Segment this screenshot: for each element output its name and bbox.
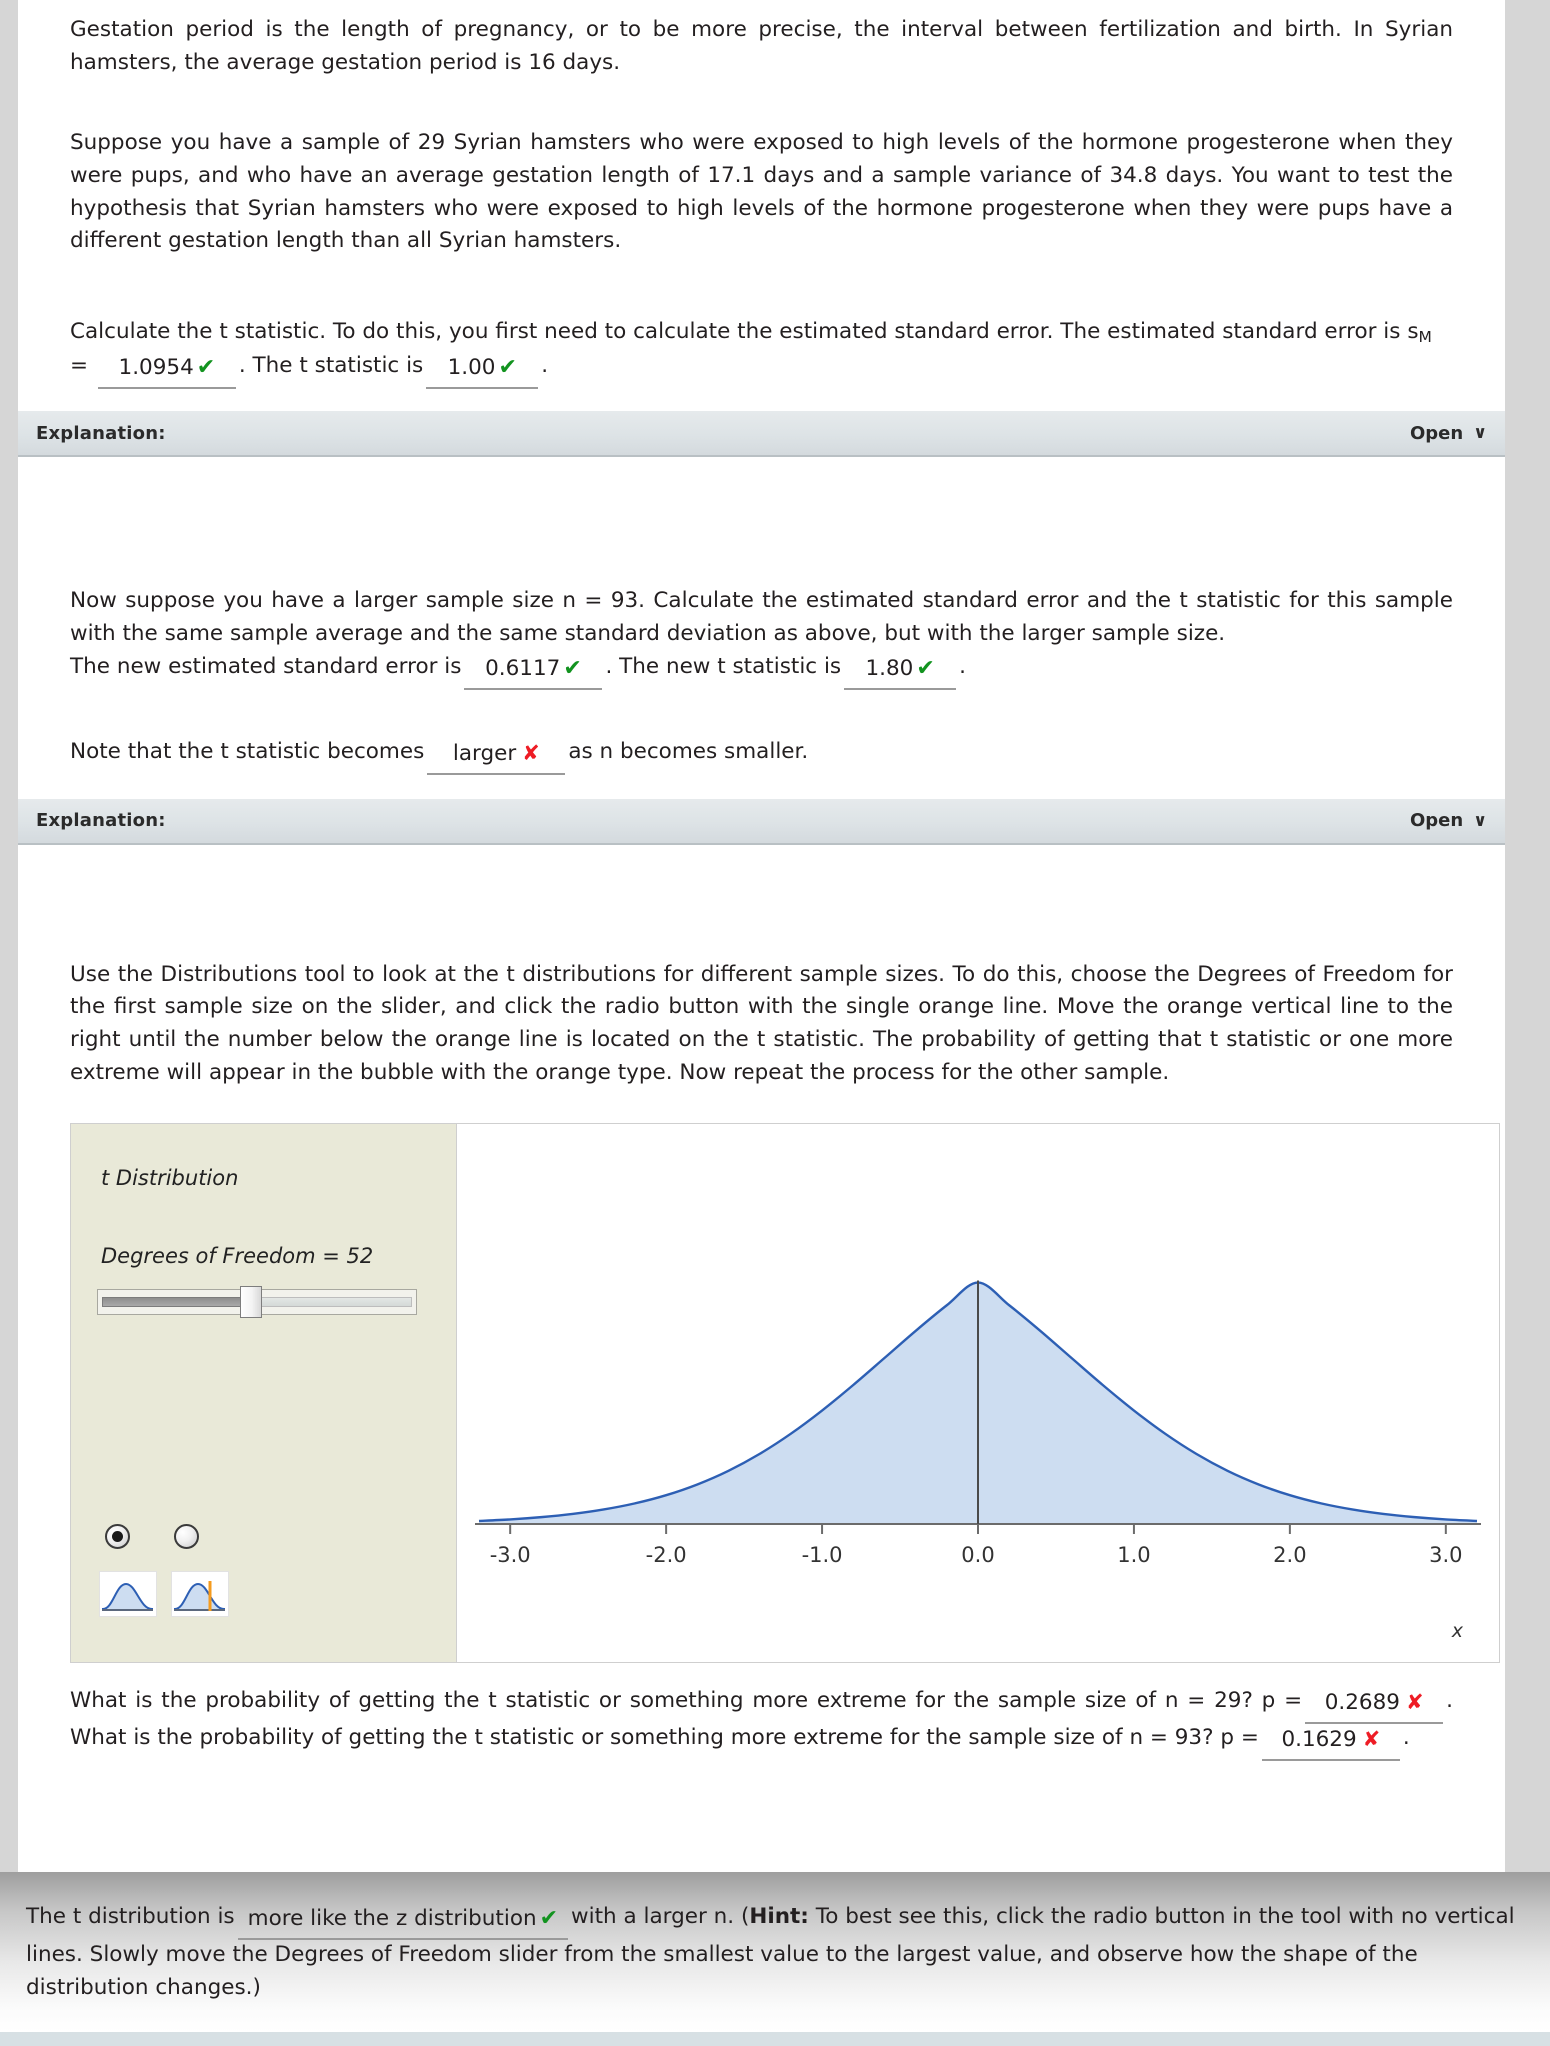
z-distribution-answer-field[interactable]: more like the z distribution ✔ — [237, 1902, 569, 1941]
slider-track-filled — [102, 1297, 252, 1308]
intro-paragraph-1: Gestation period is the length of pregna… — [70, 17, 1453, 75]
note-dropdown-answer-field[interactable]: larger ✘ — [427, 738, 566, 775]
exercise-card: Gestation period is the length of pregna… — [18, 0, 1505, 1872]
cross-icon: ✘ — [1405, 1690, 1424, 1715]
explanation-bar-2[interactable]: Explanation: Open ∨ — [18, 798, 1505, 845]
intro-paragraph-2: Suppose you have a sample of 29 Syrian h… — [70, 130, 1453, 254]
curve-orange-svg — [174, 1581, 225, 1612]
question-2-paragraph: Now suppose you have a larger sample siz… — [70, 588, 1453, 646]
explanation-label: Explanation: — [36, 810, 166, 832]
radio-preview-icons — [99, 1571, 229, 1618]
new-standard-error-answer-field[interactable]: 0.6117 ✔ — [464, 652, 603, 691]
bottom-mid-text: with a larger n. ( — [571, 1904, 750, 1929]
page-left-margin — [0, 0, 18, 1872]
degrees-of-freedom-slider[interactable] — [97, 1286, 417, 1319]
chevron-down-icon: ∨ — [1473, 423, 1487, 444]
q1-mid-text: . The t statistic is — [238, 353, 424, 379]
question-2-answer-line: The new estimated standard error is 0.611… — [70, 650, 1453, 691]
t-statistic-answer-field[interactable]: 1.00 ✔ — [426, 351, 539, 390]
standard-error-answer-field[interactable]: 1.0954 ✔ — [97, 351, 236, 390]
open-label: Open — [1409, 422, 1464, 444]
q1-lead-text: Calculate the t statistic. To do this, y… — [70, 319, 1419, 345]
probability-n29-answer-field[interactable]: 0.2689 ✘ — [1305, 1687, 1444, 1725]
degrees-of-freedom-label: Degrees of Freedom = 52 — [101, 1244, 374, 1269]
check-icon: ✔ — [916, 656, 935, 682]
q2-end-text: . — [959, 654, 966, 680]
curve-plain-icon — [99, 1571, 157, 1618]
svg-text:1.0: 1.0 — [1117, 1543, 1150, 1567]
new-t-statistic-answer-field[interactable]: 1.80 ✔ — [844, 652, 957, 691]
curve-plain-svg — [102, 1583, 153, 1612]
probability-n93-value: 0.1629 — [1281, 1727, 1357, 1753]
tool-title: t Distribution — [101, 1166, 239, 1191]
check-icon: ✔ — [563, 656, 582, 682]
question-3-text: What is the probability of getting the t… — [70, 1685, 1453, 1761]
cross-icon: ✘ — [522, 741, 540, 766]
radio-no-vertical-line[interactable] — [105, 1524, 130, 1550]
check-icon: ✔ — [196, 355, 216, 381]
svg-text:-2.0: -2.0 — [646, 1543, 687, 1567]
card-content: Gestation period is the length of pregna… — [18, 0, 1505, 411]
curve-with-orange-line-icon — [171, 1571, 229, 1618]
check-icon: ✔ — [539, 1906, 559, 1931]
cross-icon: ✘ — [1362, 1727, 1381, 1752]
q1-end-text: . — [541, 353, 549, 379]
card-content-2: Now suppose you have a larger sample siz… — [18, 457, 1505, 799]
chevron-down-icon: ∨ — [1473, 810, 1487, 831]
radio-single-orange-line[interactable] — [174, 1524, 199, 1550]
svg-text:-3.0: -3.0 — [490, 1543, 531, 1567]
distribution-chart-svg: -3.0 -2.0 -1.0 0.0 1.0 2.0 3.0 — [475, 1280, 1481, 1567]
bottom-strip — [0, 2032, 1550, 2046]
explanation-open-toggle[interactable]: Open ∨ — [1410, 810, 1487, 831]
distributions-tool-instructions: Use the Distributions tool to look at th… — [70, 961, 1453, 1085]
svg-text:2.0: 2.0 — [1273, 1543, 1306, 1567]
q1-subscript-m: M — [1418, 327, 1432, 346]
question-1-text: Calculate the t statistic. To do this, y… — [70, 316, 1453, 390]
note-lead-text: Note that the t statistic becomes — [70, 739, 425, 765]
check-icon: ✔ — [498, 355, 517, 381]
page-root: Gestation period is the length of pregna… — [0, 0, 1550, 2046]
q1-equals: = — [70, 353, 95, 379]
t-statistic-value: 1.00 — [447, 355, 496, 381]
hint-label: Hint: — [749, 1904, 809, 1929]
probability-n93-answer-field[interactable]: 0.1629 ✘ — [1261, 1724, 1400, 1761]
slider-thumb[interactable] — [240, 1286, 262, 1319]
explanation-open-toggle[interactable]: Open ∨ — [1410, 423, 1487, 444]
new-standard-error-value: 0.6117 — [485, 656, 561, 682]
note-selected-value: larger — [452, 741, 517, 767]
svg-text:-1.0: -1.0 — [802, 1543, 843, 1567]
tool-control-panel: t Distribution Degrees of Freedom = 52 — [71, 1124, 457, 1663]
q3-lead-text: What is the probability of getting the t… — [70, 1688, 1303, 1714]
new-t-statistic-value: 1.80 — [865, 656, 914, 682]
svg-text:0.0: 0.0 — [961, 1543, 994, 1567]
q3-end-text: . — [1402, 1725, 1410, 1751]
q2-mid-text: . The new t statistic is — [605, 654, 842, 680]
standard-error-value: 1.0954 — [118, 355, 194, 381]
q2-lead-text: The new estimated standard error is — [70, 654, 462, 680]
explanation-label: Explanation: — [36, 422, 166, 444]
open-label: Open — [1409, 810, 1464, 832]
distribution-plot: -3.0 -2.0 -1.0 0.0 1.0 2.0 3.0 x — [457, 1124, 1499, 1662]
note-end-text: as n becomes smaller. — [568, 739, 809, 765]
radio-group — [105, 1524, 199, 1550]
z-distribution-value: more like the z distribution — [247, 1906, 537, 1931]
card-content-3: Use the Distributions tool to look at th… — [18, 845, 1505, 1761]
svg-text:3.0: 3.0 — [1429, 1543, 1462, 1567]
explanation-bar-1[interactable]: Explanation: Open ∨ — [18, 411, 1505, 458]
bottom-question-section: The t distribution is more like the z dis… — [0, 1872, 1550, 2046]
x-axis-label: x — [1451, 1620, 1463, 1643]
bottom-question-text: The t distribution is more like the z dis… — [0, 1872, 1550, 2005]
question-2-note-line: Note that the t statistic becomes larger ✘… — [70, 736, 1453, 775]
slider-track-empty — [252, 1297, 412, 1308]
distributions-tool[interactable]: t Distribution Degrees of Freedom = 52 -… — [70, 1123, 1500, 1664]
probability-n29-value: 0.2689 — [1324, 1690, 1400, 1716]
bottom-lead-text: The t distribution is — [26, 1904, 235, 1929]
